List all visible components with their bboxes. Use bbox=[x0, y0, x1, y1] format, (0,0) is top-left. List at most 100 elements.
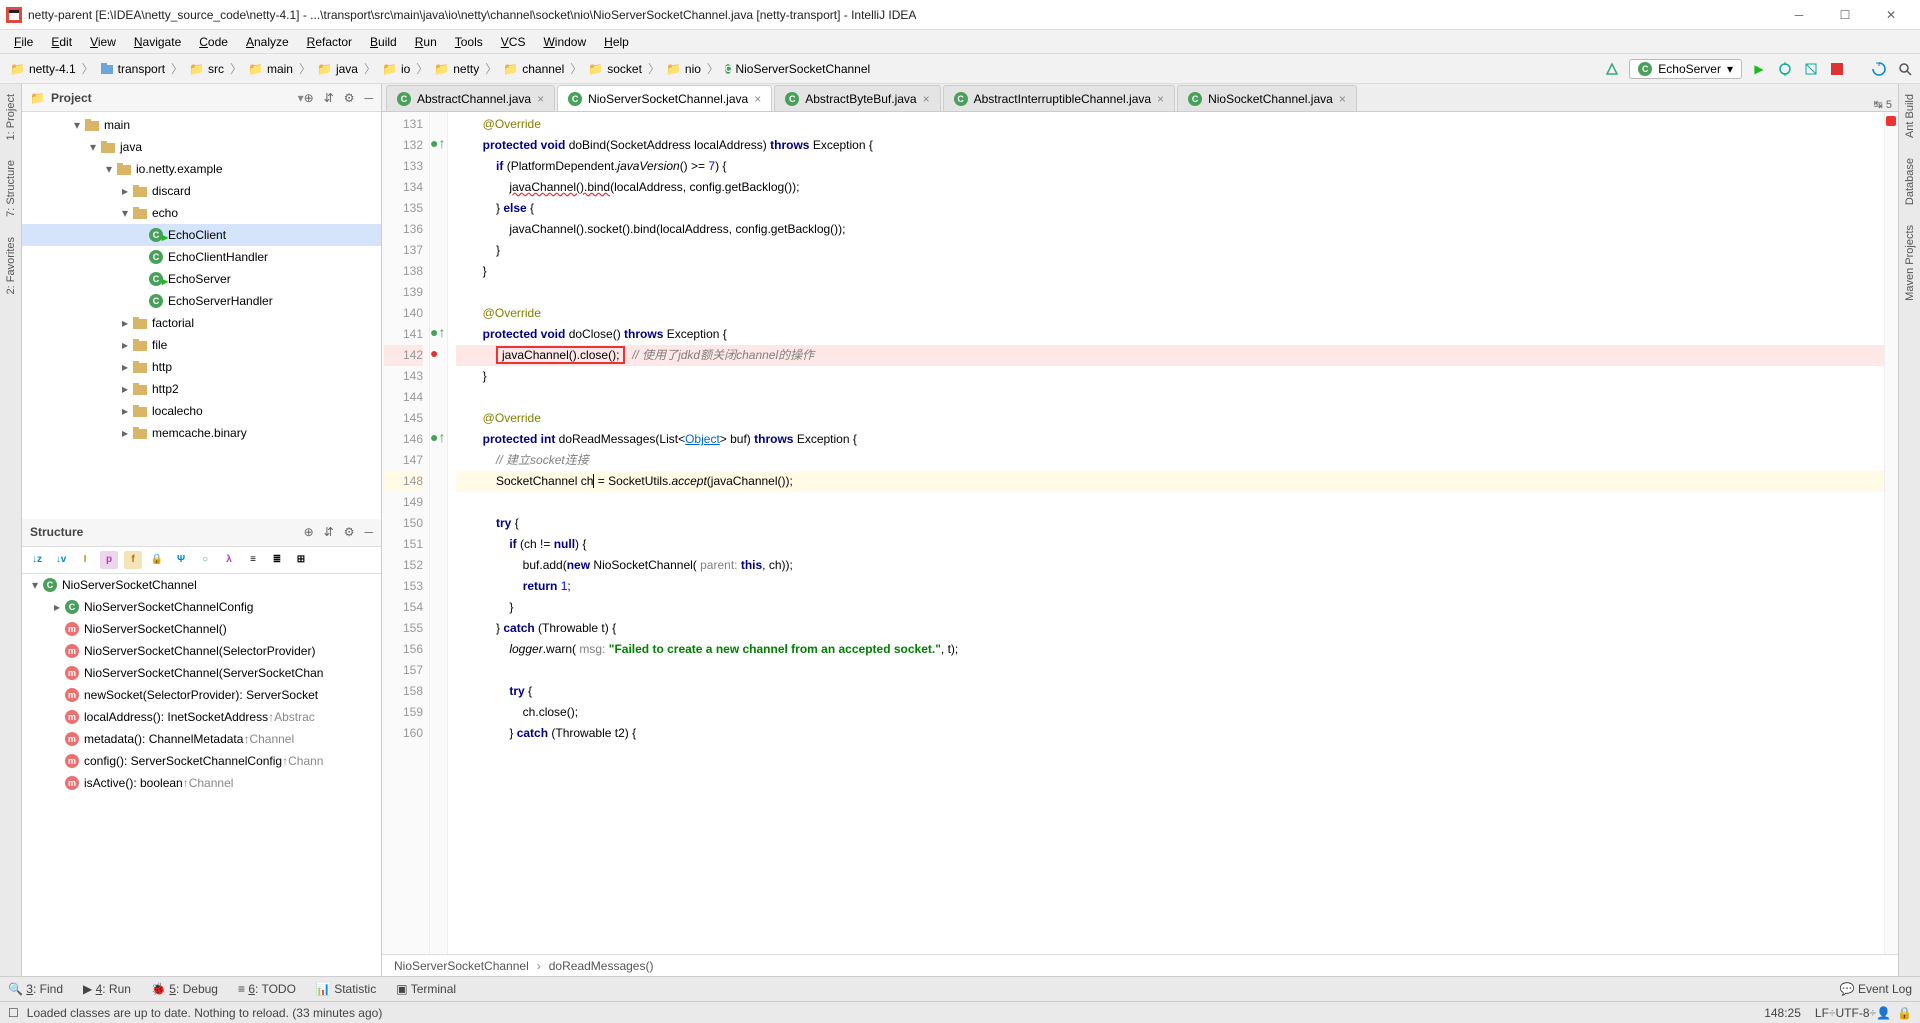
breadcrumb-item[interactable]: 📁 socket bbox=[584, 60, 646, 78]
close-icon[interactable]: × bbox=[754, 92, 761, 106]
maximize-button[interactable]: ☐ bbox=[1822, 1, 1868, 29]
tree-row[interactable]: ▾java bbox=[22, 136, 381, 158]
close-button[interactable]: ✕ bbox=[1868, 1, 1914, 29]
menu-navigate[interactable]: Navigate bbox=[126, 33, 189, 51]
gear-icon[interactable]: ⚙ bbox=[344, 525, 355, 539]
group-by-icon[interactable]: ○ bbox=[196, 551, 214, 569]
line-separator[interactable]: LF bbox=[1815, 1006, 1829, 1020]
menu-help[interactable]: Help bbox=[596, 33, 637, 51]
structure-tree[interactable]: ▾CNioServerSocketChannel▸CNioServerSocke… bbox=[22, 574, 381, 977]
expand-icon[interactable]: ≡ bbox=[244, 551, 262, 569]
error-indicator-icon[interactable] bbox=[1886, 116, 1896, 126]
editor-tab[interactable]: CAbstractChannel.java× bbox=[386, 85, 555, 111]
hide-icon[interactable]: ─ bbox=[364, 525, 373, 539]
menu-tools[interactable]: Tools bbox=[447, 33, 491, 51]
caret-position[interactable]: 148:25 bbox=[1764, 1006, 1801, 1020]
menu-window[interactable]: Window bbox=[535, 33, 594, 51]
event-log[interactable]: 💬 Event Log bbox=[1840, 982, 1912, 996]
structure-root[interactable]: ▾CNioServerSocketChannel bbox=[22, 574, 381, 596]
tree-row[interactable]: ▸localecho bbox=[22, 400, 381, 422]
breadcrumb-class[interactable]: NioServerSocketChannel bbox=[394, 959, 529, 973]
tool-run[interactable]: ▶ 4: Run bbox=[83, 982, 131, 996]
override-icon[interactable]: ●↑ bbox=[430, 429, 445, 445]
rail-item[interactable]: Maven Projects bbox=[1901, 215, 1919, 311]
sort-vis-icon[interactable]: ↓v bbox=[52, 551, 70, 569]
inspections-icon[interactable]: 👤 bbox=[1876, 1006, 1891, 1020]
tree-row[interactable]: ▸http2 bbox=[22, 378, 381, 400]
close-icon[interactable]: × bbox=[1339, 92, 1346, 106]
scroll-to-source-icon[interactable]: ⊕ bbox=[304, 91, 314, 105]
annotation-gutter[interactable]: ●↑●↑●●↑ bbox=[430, 112, 448, 954]
hide-icon[interactable]: ─ bbox=[364, 91, 373, 105]
show-inherited-icon[interactable]: I bbox=[76, 551, 94, 569]
tree-row[interactable]: CEchoClientHandler bbox=[22, 246, 381, 268]
structure-item[interactable]: mNioServerSocketChannel(ServerSocketChan bbox=[22, 662, 381, 684]
stop-button[interactable] bbox=[1828, 60, 1846, 78]
tree-row[interactable]: C▶EchoServer bbox=[22, 268, 381, 290]
menu-analyze[interactable]: Analyze bbox=[238, 33, 297, 51]
tree-row[interactable]: CEchoServerHandler bbox=[22, 290, 381, 312]
project-tree[interactable]: ▾main▾java▾io.netty.example▸discard▾echo… bbox=[22, 112, 381, 519]
breadcrumb-method[interactable]: doReadMessages() bbox=[549, 959, 654, 973]
minimize-button[interactable]: ─ bbox=[1776, 1, 1822, 29]
breadcrumb-item[interactable]: 📁 java bbox=[313, 60, 362, 78]
error-stripe[interactable] bbox=[1884, 112, 1898, 954]
tree-row[interactable]: ▸memcache.binary bbox=[22, 422, 381, 444]
menu-edit[interactable]: Edit bbox=[43, 33, 80, 51]
editor-tab[interactable]: CNioServerSocketChannel.java× bbox=[557, 85, 772, 111]
breadcrumb-item[interactable]: 📁 main bbox=[244, 60, 297, 78]
editor-tab[interactable]: CAbstractByteBuf.java× bbox=[774, 85, 940, 111]
collapse-all-icon[interactable]: ⇵ bbox=[324, 91, 334, 105]
lambda-icon[interactable]: λ bbox=[220, 551, 238, 569]
editor-breadcrumb[interactable]: NioServerSocketChannel › doReadMessages(… bbox=[382, 954, 1898, 976]
tree-row[interactable]: ▸factorial bbox=[22, 312, 381, 334]
tree-row[interactable]: C▶EchoClient bbox=[22, 224, 381, 246]
override-icon[interactable]: ●↑ bbox=[430, 324, 445, 340]
rail-item[interactable]: Database bbox=[1901, 148, 1919, 215]
rail-item[interactable]: 1: Project bbox=[2, 84, 20, 150]
collapse-icon[interactable]: ≣ bbox=[268, 551, 286, 569]
close-icon[interactable]: × bbox=[537, 92, 544, 106]
structure-item[interactable]: mNioServerSocketChannel(SelectorProvider… bbox=[22, 640, 381, 662]
autoscroll-icon[interactable]: ⊞ bbox=[292, 551, 310, 569]
tool-debug[interactable]: 🐞 5: Debug bbox=[151, 982, 218, 996]
update-button[interactable] bbox=[1870, 60, 1888, 78]
tree-row[interactable]: ▾main bbox=[22, 114, 381, 136]
tool-todo[interactable]: ≡ 6: TODO bbox=[238, 982, 296, 996]
show-fields-icon[interactable]: f bbox=[124, 551, 142, 569]
coverage-button[interactable] bbox=[1802, 60, 1820, 78]
breakpoint-icon[interactable]: ● bbox=[430, 345, 438, 361]
tree-row[interactable]: ▾io.netty.example bbox=[22, 158, 381, 180]
rail-item[interactable]: 7: Structure bbox=[2, 150, 20, 227]
structure-item[interactable]: mNioServerSocketChannel() bbox=[22, 618, 381, 640]
collapse-all-icon[interactable]: ⇵ bbox=[324, 525, 334, 539]
structure-item[interactable]: misActive(): boolean ↑Channel bbox=[22, 772, 381, 794]
menu-view[interactable]: View bbox=[82, 33, 124, 51]
debug-button[interactable] bbox=[1776, 60, 1794, 78]
code-content[interactable]: @Override protected void doBind(SocketAd… bbox=[448, 112, 1884, 954]
breadcrumb-item[interactable]: transport bbox=[96, 60, 169, 78]
breadcrumb-item[interactable]: 📁 channel bbox=[499, 60, 568, 78]
code-editor[interactable]: 1311321331341351361371381391401411421431… bbox=[382, 112, 1898, 954]
close-icon[interactable]: × bbox=[923, 92, 930, 106]
tree-row[interactable]: ▸http bbox=[22, 356, 381, 378]
tool-statistic[interactable]: 📊 Statistic bbox=[316, 982, 376, 996]
breadcrumb-item[interactable]: 📁 src bbox=[185, 60, 228, 78]
tree-row[interactable]: ▾echo bbox=[22, 202, 381, 224]
editor-tab[interactable]: CNioSocketChannel.java× bbox=[1177, 85, 1357, 111]
file-encoding[interactable]: UTF-8 bbox=[1836, 1006, 1870, 1020]
menu-run[interactable]: Run bbox=[407, 33, 445, 51]
tool-terminal[interactable]: ▣ Terminal bbox=[396, 982, 456, 996]
structure-item[interactable]: mconfig(): ServerSocketChannelConfig ↑Ch… bbox=[22, 750, 381, 772]
build-icon[interactable] bbox=[1603, 60, 1621, 78]
sort-alpha-icon[interactable]: ↓z bbox=[28, 551, 46, 569]
breadcrumb-item[interactable]: 📁 netty-4.1 bbox=[6, 60, 80, 78]
overflow-tabs[interactable]: ↹ 5 bbox=[1868, 98, 1898, 111]
gear-icon[interactable]: ⚙ bbox=[344, 91, 355, 105]
menu-file[interactable]: File bbox=[6, 33, 41, 51]
structure-item[interactable]: ▸CNioServerSocketChannelConfig bbox=[22, 596, 381, 618]
rail-item[interactable]: 2: Favorites bbox=[2, 227, 20, 304]
run-button[interactable]: ▶ bbox=[1750, 60, 1768, 78]
breadcrumb-item[interactable]: 📁 netty bbox=[430, 60, 483, 78]
structure-item[interactable]: mnewSocket(SelectorProvider): ServerSock… bbox=[22, 684, 381, 706]
